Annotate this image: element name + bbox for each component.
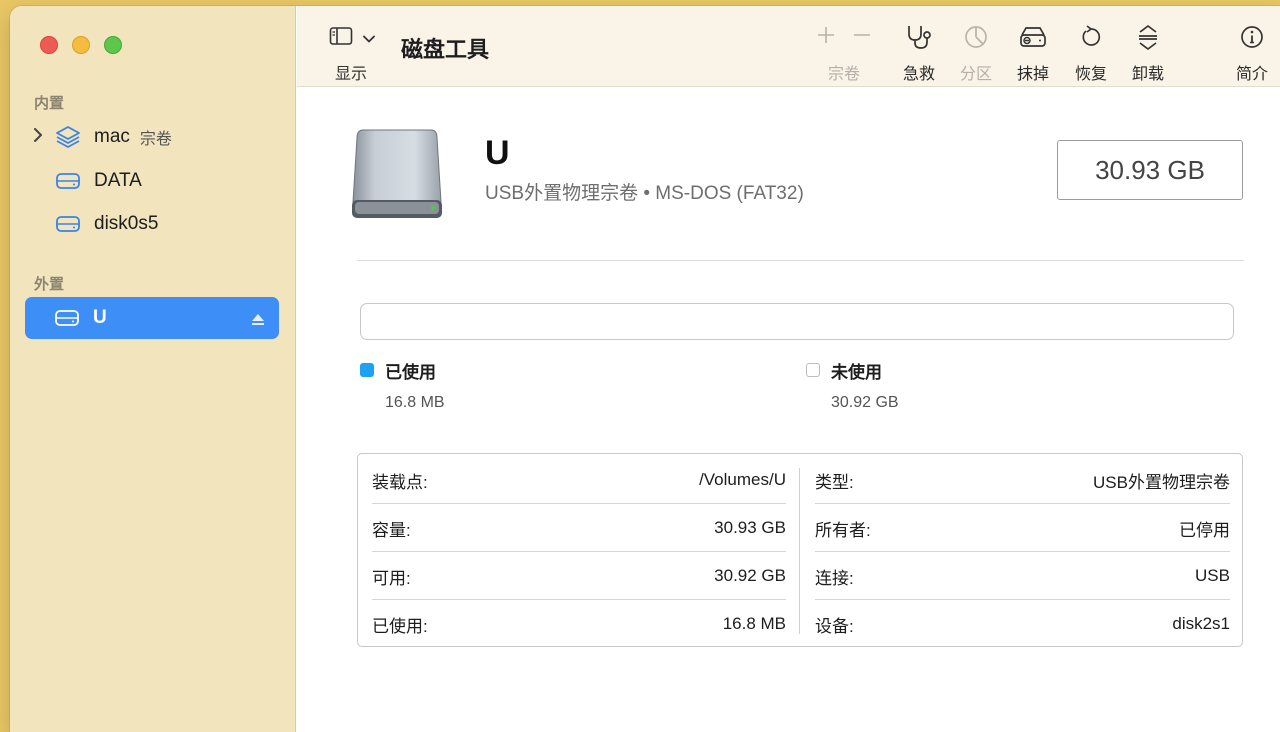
used-swatch [360, 363, 374, 377]
first-aid-button[interactable]: 急救 [891, 22, 947, 84]
layers-icon [50, 125, 86, 149]
info-row: 已使用: 16.8 MB [372, 600, 786, 648]
restore-label: 恢复 [1074, 66, 1107, 83]
window-controls [40, 36, 122, 54]
pie-chart-icon [948, 22, 1004, 52]
zoom-button[interactable] [104, 36, 122, 54]
info-key: 已使用: [372, 616, 428, 636]
drive-icon [50, 214, 86, 234]
sidebar-item-label: U [93, 307, 107, 328]
info-table: 装载点: /Volumes/U 容量: 30.93 GB 可用: 30.92 G… [357, 453, 1243, 647]
info-row: 所有者: 已停用 [815, 504, 1230, 552]
info-value: USB外置物理宗卷 [1093, 472, 1230, 492]
info-row: 类型: USB外置物理宗卷 [815, 456, 1230, 504]
free-value: 30.92 GB [831, 394, 899, 411]
section-label-internal: 内置 [34, 95, 65, 112]
info-key: 设备: [815, 616, 854, 636]
volume-description: USB外置物理宗卷 • MS-DOS (FAT32) [485, 183, 804, 204]
erase-drive-icon [1005, 22, 1061, 52]
info-value: USB [1195, 566, 1230, 585]
plus-icon[interactable] [816, 25, 836, 50]
info-row: 连接: USB [815, 552, 1230, 600]
info-column-right: 类型: USB外置物理宗卷 所有者: 已停用 连接: USB 设备: disk2… [801, 454, 1244, 646]
free-label: 未使用 [831, 363, 882, 382]
info-value: 16.8 MB [722, 614, 786, 633]
sidebar-item-u[interactable]: U [25, 297, 279, 339]
first-aid-label: 急救 [902, 66, 935, 83]
erase-button[interactable]: 抹掉 [1005, 22, 1061, 84]
info-value: 30.93 GB [714, 518, 786, 537]
erase-label: 抹掉 [1016, 66, 1049, 83]
used-value: 16.8 MB [385, 394, 445, 411]
sidebar-item-label: DATA [94, 170, 142, 191]
sidebar-item-label: mac [94, 126, 130, 147]
info-value: 30.92 GB [714, 566, 786, 585]
info-row: 容量: 30.93 GB [372, 504, 786, 552]
divider [357, 260, 1244, 261]
info-column-left: 装载点: /Volumes/U 容量: 30.93 GB 可用: 30.92 G… [358, 454, 798, 646]
restore-icon [1063, 22, 1119, 52]
info-row: 装载点: /Volumes/U [372, 456, 786, 504]
drive-icon [49, 308, 85, 328]
sidebar: 内置 mac 宗卷 DATA disk0s5 外置 U [10, 6, 296, 732]
view-toggle-button[interactable] [329, 26, 375, 51]
volume-button[interactable]: 宗卷 [816, 22, 872, 84]
info-key: 可用: [372, 568, 411, 588]
info-label: 简介 [1235, 66, 1268, 83]
volume-name: U [485, 134, 510, 172]
info-row: 设备: disk2s1 [815, 600, 1230, 648]
minimize-button[interactable] [72, 36, 90, 54]
info-key: 装载点: [372, 472, 428, 492]
app-title: 磁盘工具 [401, 37, 490, 62]
sidebar-item-sublabel: 宗卷 [139, 131, 172, 148]
disk-utility-window: 内置 mac 宗卷 DATA disk0s5 外置 U 显示 磁盘工具 宗卷 急… [10, 6, 1280, 732]
sidebar-toggle-icon [329, 26, 353, 51]
chevron-down-icon [363, 30, 375, 48]
restore-button[interactable]: 恢复 [1063, 22, 1119, 84]
info-value: disk2s1 [1172, 614, 1230, 633]
close-button[interactable] [40, 36, 58, 54]
unmount-icon [1120, 22, 1176, 52]
stethoscope-icon [891, 22, 947, 52]
unmount-button[interactable]: 卸载 [1120, 22, 1176, 84]
free-swatch [806, 363, 820, 377]
info-key: 容量: [372, 520, 411, 540]
main-panel: U USB外置物理宗卷 • MS-DOS (FAT32) 30.93 GB 已使… [297, 88, 1280, 732]
info-key: 类型: [815, 472, 854, 492]
sidebar-item-data[interactable]: DATA [26, 160, 280, 202]
info-row: 可用: 30.92 GB [372, 552, 786, 600]
external-drive-icon [349, 126, 445, 227]
partition-button[interactable]: 分区 [948, 22, 1004, 84]
sidebar-item-disk0s5[interactable]: disk0s5 [26, 203, 280, 245]
info-icon [1224, 22, 1280, 52]
watermark: 漠然日记 | http://tiug.vip [1081, 692, 1250, 709]
info-key: 连接: [815, 568, 854, 588]
info-value: /Volumes/U [699, 470, 786, 489]
sidebar-item-label: disk0s5 [94, 213, 159, 234]
used-label: 已使用 [385, 363, 436, 382]
view-label: 显示 [335, 66, 368, 83]
usage-bar [360, 303, 1234, 340]
volume-label: 宗卷 [827, 66, 860, 83]
chevron-right-icon[interactable] [26, 127, 50, 147]
capacity-badge: 30.93 GB [1057, 140, 1243, 200]
column-divider [799, 468, 800, 634]
info-key: 所有者: [815, 520, 871, 540]
info-button[interactable]: 简介 [1224, 22, 1280, 84]
info-value: 已停用 [1179, 520, 1230, 540]
drive-icon [50, 171, 86, 191]
unmount-label: 卸载 [1131, 66, 1164, 83]
toolbar: 显示 磁盘工具 宗卷 急救 分区 抹掉 恢复 卸载 简介 [297, 6, 1280, 87]
partition-label: 分区 [959, 66, 992, 83]
eject-icon[interactable] [251, 310, 265, 332]
section-label-external: 外置 [34, 276, 65, 293]
minus-icon[interactable] [852, 25, 872, 50]
sidebar-item-mac[interactable]: mac 宗卷 [26, 116, 280, 158]
